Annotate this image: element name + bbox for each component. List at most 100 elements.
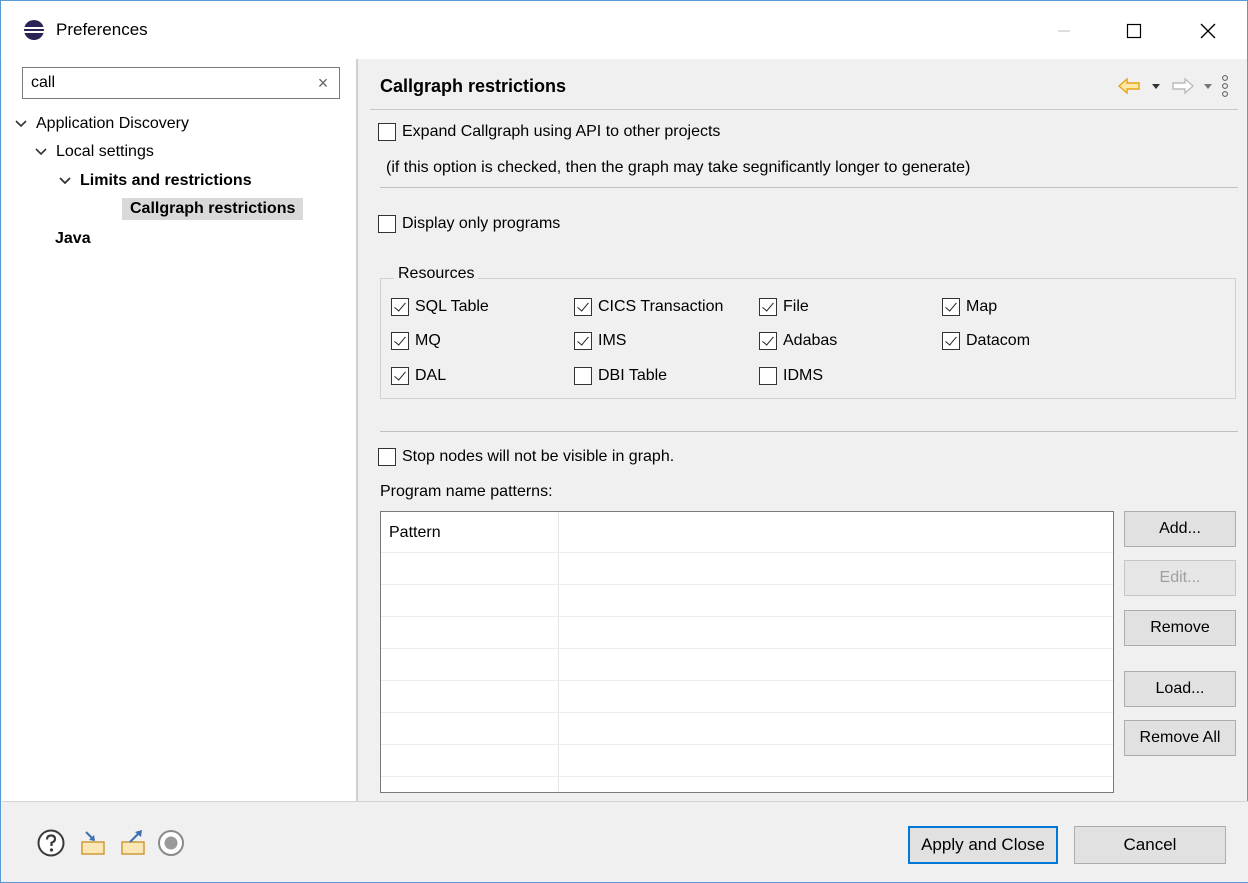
checkbox-label: MQ xyxy=(415,332,441,349)
table-row[interactable] xyxy=(381,584,1113,585)
checkbox-label: Display only programs xyxy=(402,215,561,232)
checkbox-label: Adabas xyxy=(783,332,838,349)
filter-field[interactable]: × xyxy=(22,67,340,99)
tree-item-label: Local settings xyxy=(56,143,154,160)
checkbox-box[interactable] xyxy=(759,367,777,385)
separator xyxy=(380,187,1238,188)
resources-legend: Resources xyxy=(394,265,479,283)
chevron-down-icon[interactable] xyxy=(56,174,74,188)
resource-adabas-checkbox[interactable]: Adabas xyxy=(759,332,837,350)
filter-input[interactable] xyxy=(31,73,301,93)
checkbox-box[interactable] xyxy=(759,332,777,350)
table-row[interactable] xyxy=(381,616,1113,617)
close-button[interactable] xyxy=(1185,11,1231,51)
table-row[interactable] xyxy=(381,552,1113,553)
back-dropdown-icon[interactable] xyxy=(1151,81,1161,91)
resource-mq-checkbox[interactable]: MQ xyxy=(391,332,441,350)
maximize-icon xyxy=(1126,23,1142,39)
help-icon[interactable] xyxy=(36,828,66,858)
checkbox-box[interactable] xyxy=(391,332,409,350)
tree-item-label: Java xyxy=(55,230,91,247)
title-bar: Preferences xyxy=(1,1,1247,59)
page-nav-toolbar xyxy=(1117,73,1229,99)
checkbox-box[interactable] xyxy=(942,332,960,350)
close-icon xyxy=(1200,23,1216,39)
add-pattern-button[interactable]: Add... xyxy=(1124,511,1236,547)
window-title: Preferences xyxy=(56,20,148,39)
tree-item-limits-and-restrictions[interactable]: Limits and restrictions xyxy=(56,168,252,194)
separator xyxy=(380,431,1238,432)
load-patterns-button[interactable]: Load... xyxy=(1124,671,1236,707)
checkbox-label: CICS Transaction xyxy=(598,298,724,315)
checkbox-label: DAL xyxy=(415,367,447,384)
resource-map-checkbox[interactable]: Map xyxy=(942,298,997,316)
preference-page: Callgraph restrictions Expand Callgraph … xyxy=(358,59,1247,801)
dialog-footer: Apply and Close Cancel xyxy=(2,802,1248,882)
forward-arrow-icon[interactable] xyxy=(1169,77,1195,95)
back-arrow-icon[interactable] xyxy=(1117,77,1143,95)
checkbox-label: File xyxy=(783,298,809,315)
checkbox-label: Expand Callgraph using API to other proj… xyxy=(402,123,721,140)
preferences-dialog: Preferences × Application Discovery Loca… xyxy=(0,0,1248,883)
display-only-programs-checkbox[interactable]: Display only programs xyxy=(378,215,560,233)
expand-api-checkbox[interactable]: Expand Callgraph using API to other proj… xyxy=(378,123,720,141)
resource-file-checkbox[interactable]: File xyxy=(759,298,809,316)
eclipse-icon xyxy=(24,20,44,40)
patterns-table[interactable]: Pattern xyxy=(380,511,1114,793)
resource-idms-checkbox[interactable]: IDMS xyxy=(759,367,823,385)
minimize-button[interactable] xyxy=(1041,11,1087,51)
export-icon[interactable] xyxy=(118,828,148,858)
tree-item-callgraph-restrictions[interactable]: Callgraph restrictions xyxy=(122,196,304,222)
checkbox-box[interactable] xyxy=(378,215,396,233)
table-row[interactable] xyxy=(381,648,1113,649)
table-row[interactable] xyxy=(381,744,1113,745)
column-separator xyxy=(558,512,559,792)
clear-filter-icon[interactable]: × xyxy=(313,72,333,94)
tree-item-java[interactable]: Java xyxy=(55,226,91,252)
minimize-icon xyxy=(1058,30,1070,32)
resource-datacom-checkbox[interactable]: Datacom xyxy=(942,332,1030,350)
stop-nodes-checkbox[interactable]: Stop nodes will not be visible in graph. xyxy=(378,448,674,466)
chevron-down-icon[interactable] xyxy=(12,117,30,131)
tree-item-label: Limits and restrictions xyxy=(80,172,252,189)
table-row[interactable] xyxy=(381,712,1113,713)
remove-pattern-button[interactable]: Remove xyxy=(1124,610,1236,646)
apply-and-close-button[interactable]: Apply and Close xyxy=(908,826,1058,864)
chevron-down-icon[interactable] xyxy=(32,145,50,159)
resource-dal-checkbox[interactable]: DAL xyxy=(391,367,446,385)
forward-dropdown-icon[interactable] xyxy=(1203,81,1213,91)
checkbox-box[interactable] xyxy=(391,298,409,316)
table-row[interactable] xyxy=(381,776,1113,777)
checkbox-label: DBI Table xyxy=(598,367,668,384)
checkbox-box[interactable] xyxy=(574,332,592,350)
record-icon[interactable] xyxy=(156,828,186,858)
tree-item-local-settings[interactable]: Local settings xyxy=(32,139,154,165)
resource-ims-checkbox[interactable]: IMS xyxy=(574,332,626,350)
expand-api-note: (if this option is checked, then the gra… xyxy=(386,159,971,176)
checkbox-label: IMS xyxy=(598,332,627,349)
tree-item-application-discovery[interactable]: Application Discovery xyxy=(12,111,189,137)
resource-dbi-table-checkbox[interactable]: DBI Table xyxy=(574,367,667,385)
tree-item-label: Callgraph restrictions xyxy=(122,198,304,220)
remove-all-patterns-button[interactable]: Remove All xyxy=(1124,720,1236,756)
checkbox-label: Stop nodes will not be visible in graph. xyxy=(402,448,675,465)
edit-pattern-button[interactable]: Edit... xyxy=(1124,560,1236,596)
pattern-column-header[interactable]: Pattern xyxy=(389,524,441,542)
view-menu-icon[interactable] xyxy=(1221,73,1229,99)
checkbox-box[interactable] xyxy=(378,448,396,466)
resource-sql-table-checkbox[interactable]: SQL Table xyxy=(391,298,489,316)
maximize-button[interactable] xyxy=(1111,11,1157,51)
preferences-tree-pane: × Application Discovery Local settings L… xyxy=(2,59,356,801)
checkbox-box[interactable] xyxy=(759,298,777,316)
checkbox-box[interactable] xyxy=(942,298,960,316)
resource-cics-transaction-checkbox[interactable]: CICS Transaction xyxy=(574,298,723,316)
checkbox-box[interactable] xyxy=(574,298,592,316)
page-title: Callgraph restrictions xyxy=(380,76,567,96)
checkbox-box[interactable] xyxy=(378,123,396,141)
cancel-button[interactable]: Cancel xyxy=(1074,826,1226,864)
checkbox-box[interactable] xyxy=(391,367,409,385)
checkbox-box[interactable] xyxy=(574,367,592,385)
tree-item-label: Application Discovery xyxy=(36,115,189,132)
table-row[interactable] xyxy=(381,680,1113,681)
import-icon[interactable] xyxy=(78,828,108,858)
